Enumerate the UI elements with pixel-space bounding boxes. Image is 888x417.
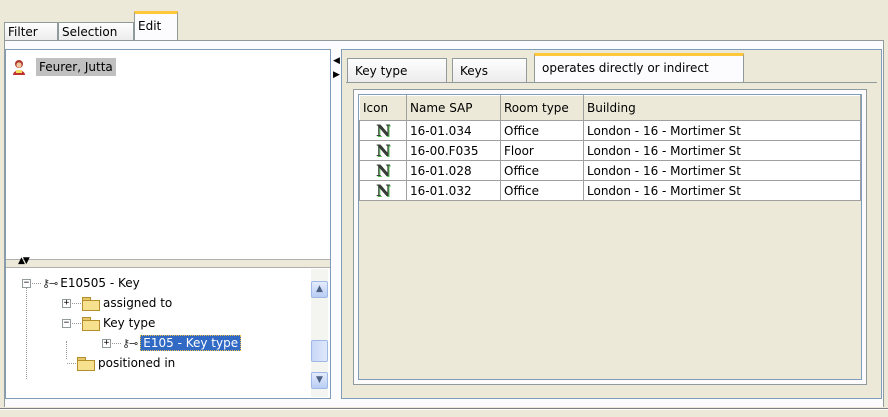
tree-node-key-type[interactable]: − Key type: [62, 313, 155, 333]
tab-divider: [346, 82, 877, 83]
tree-connector: [72, 302, 81, 304]
splitter-left-icon[interactable]: ◀: [333, 57, 340, 66]
icon-cell: [359, 180, 407, 201]
scroll-down-icon[interactable]: ▼: [311, 372, 328, 389]
tree-node-label: positioned in: [98, 356, 176, 370]
room-icon: [374, 121, 392, 140]
room-type-cell: Office: [500, 180, 584, 201]
tree-connector: [32, 282, 41, 284]
name-sap-cell: 16-01.034: [406, 120, 501, 141]
tree-node-label: E10505 - Key: [60, 276, 140, 290]
tree-connector: [112, 342, 121, 344]
building-cell: London - 16 - Mortimer St: [583, 180, 861, 201]
expand-icon[interactable]: +: [102, 338, 111, 348]
person-row[interactable]: Feurer, Jutta: [12, 57, 116, 77]
key-icon: ⚷⊸: [122, 336, 138, 350]
room-type-cell: Office: [500, 160, 584, 181]
room-icon: [374, 181, 392, 200]
folder-icon: [77, 356, 95, 371]
object-tree: − ⚷⊸ E10505 - Key + assigned to − Key ty…: [6, 269, 308, 397]
table-panel: Icon Name SAP Room type Building 16-01.0…: [353, 89, 867, 385]
name-sap-cell: 16-00.F035: [406, 140, 501, 161]
tree-scrollbar[interactable]: ▲ ▼: [311, 269, 328, 397]
splitter-arrows-icon[interactable]: ▲▼: [18, 257, 30, 266]
building-cell: London - 16 - Mortimer St: [583, 120, 861, 141]
tree-connector: [72, 322, 81, 324]
table-header-row: Icon Name SAP Room type Building: [359, 95, 861, 121]
tab-key-type[interactable]: Key type: [347, 58, 447, 82]
tab-operates-directly-or-indirect[interactable]: operates directly or indirect: [534, 53, 744, 83]
tree-guide: [26, 283, 27, 379]
scroll-up-icon[interactable]: ▲: [311, 281, 328, 298]
tree-node-e105-key-type[interactable]: + ⚷⊸ E105 - Key type: [102, 333, 242, 353]
person-icon: [13, 60, 25, 75]
tab-edit[interactable]: Edit: [134, 11, 178, 41]
tree-connector: [67, 362, 76, 364]
collapse-icon[interactable]: −: [22, 278, 31, 288]
tree-node-label: assigned to: [103, 296, 173, 310]
room-type-cell: Floor: [500, 140, 584, 161]
column-header-name-sap[interactable]: Name SAP: [406, 95, 501, 121]
folder-icon: [82, 296, 100, 311]
tab-selection[interactable]: Selection: [58, 22, 134, 40]
expand-icon[interactable]: +: [62, 298, 71, 308]
rooms-table: Icon Name SAP Room type Building 16-01.0…: [359, 95, 861, 201]
building-cell: London - 16 - Mortimer St: [583, 140, 861, 161]
room-type-cell: Office: [500, 120, 584, 141]
tree-node-positioned-in[interactable]: positioned in: [66, 353, 175, 373]
tree-node-assigned-to[interactable]: + assigned to: [62, 293, 172, 313]
name-sap-cell: 16-01.028: [406, 160, 501, 181]
person-name: Feurer, Jutta: [36, 58, 116, 76]
name-sap-cell: 16-01.032: [406, 180, 501, 201]
building-cell: London - 16 - Mortimer St: [583, 160, 861, 181]
vertical-splitter[interactable]: ◀ ▶: [331, 49, 341, 399]
left-pane: Feurer, Jutta ▲▼ − ⚷⊸ E10505 - Key + ass…: [5, 49, 331, 399]
folder-open-icon: [82, 316, 100, 331]
column-header-building[interactable]: Building: [583, 95, 861, 121]
column-header-room-type[interactable]: Room type: [500, 95, 584, 121]
key-icon: ⚷⊸: [42, 276, 58, 290]
table-row[interactable]: 16-00.F035 Floor London - 16 - Mortimer …: [359, 140, 861, 161]
icon-cell: [359, 160, 407, 181]
room-icon: [374, 141, 392, 160]
right-pane: Key type Keys operates directly or indir…: [341, 49, 882, 399]
tree-node-key[interactable]: − ⚷⊸ E10505 - Key: [22, 273, 140, 293]
tree-node-label-selected: E105 - Key type: [140, 335, 242, 351]
table-row[interactable]: 16-01.028 Office London - 16 - Mortimer …: [359, 160, 861, 181]
collapse-icon[interactable]: −: [62, 318, 71, 328]
room-icon: [374, 161, 392, 180]
column-header-icon[interactable]: Icon: [359, 95, 407, 121]
rooms-table-container: Icon Name SAP Room type Building 16-01.0…: [358, 94, 862, 380]
tree-node-label: Key type: [103, 316, 156, 330]
tab-keys[interactable]: Keys: [452, 58, 527, 82]
table-row[interactable]: 16-01.034 Office London - 16 - Mortimer …: [359, 120, 861, 141]
splitter-right-icon[interactable]: ▶: [333, 71, 340, 80]
icon-cell: [359, 120, 407, 141]
icon-cell: [359, 140, 407, 161]
bottom-divider-highlight: [0, 409, 888, 410]
table-row[interactable]: 16-01.032 Office London - 16 - Mortimer …: [359, 180, 861, 201]
scroll-thumb[interactable]: [311, 340, 328, 362]
tab-filter[interactable]: Filter: [4, 22, 58, 40]
horizontal-splitter[interactable]: ▲▼: [6, 257, 330, 268]
